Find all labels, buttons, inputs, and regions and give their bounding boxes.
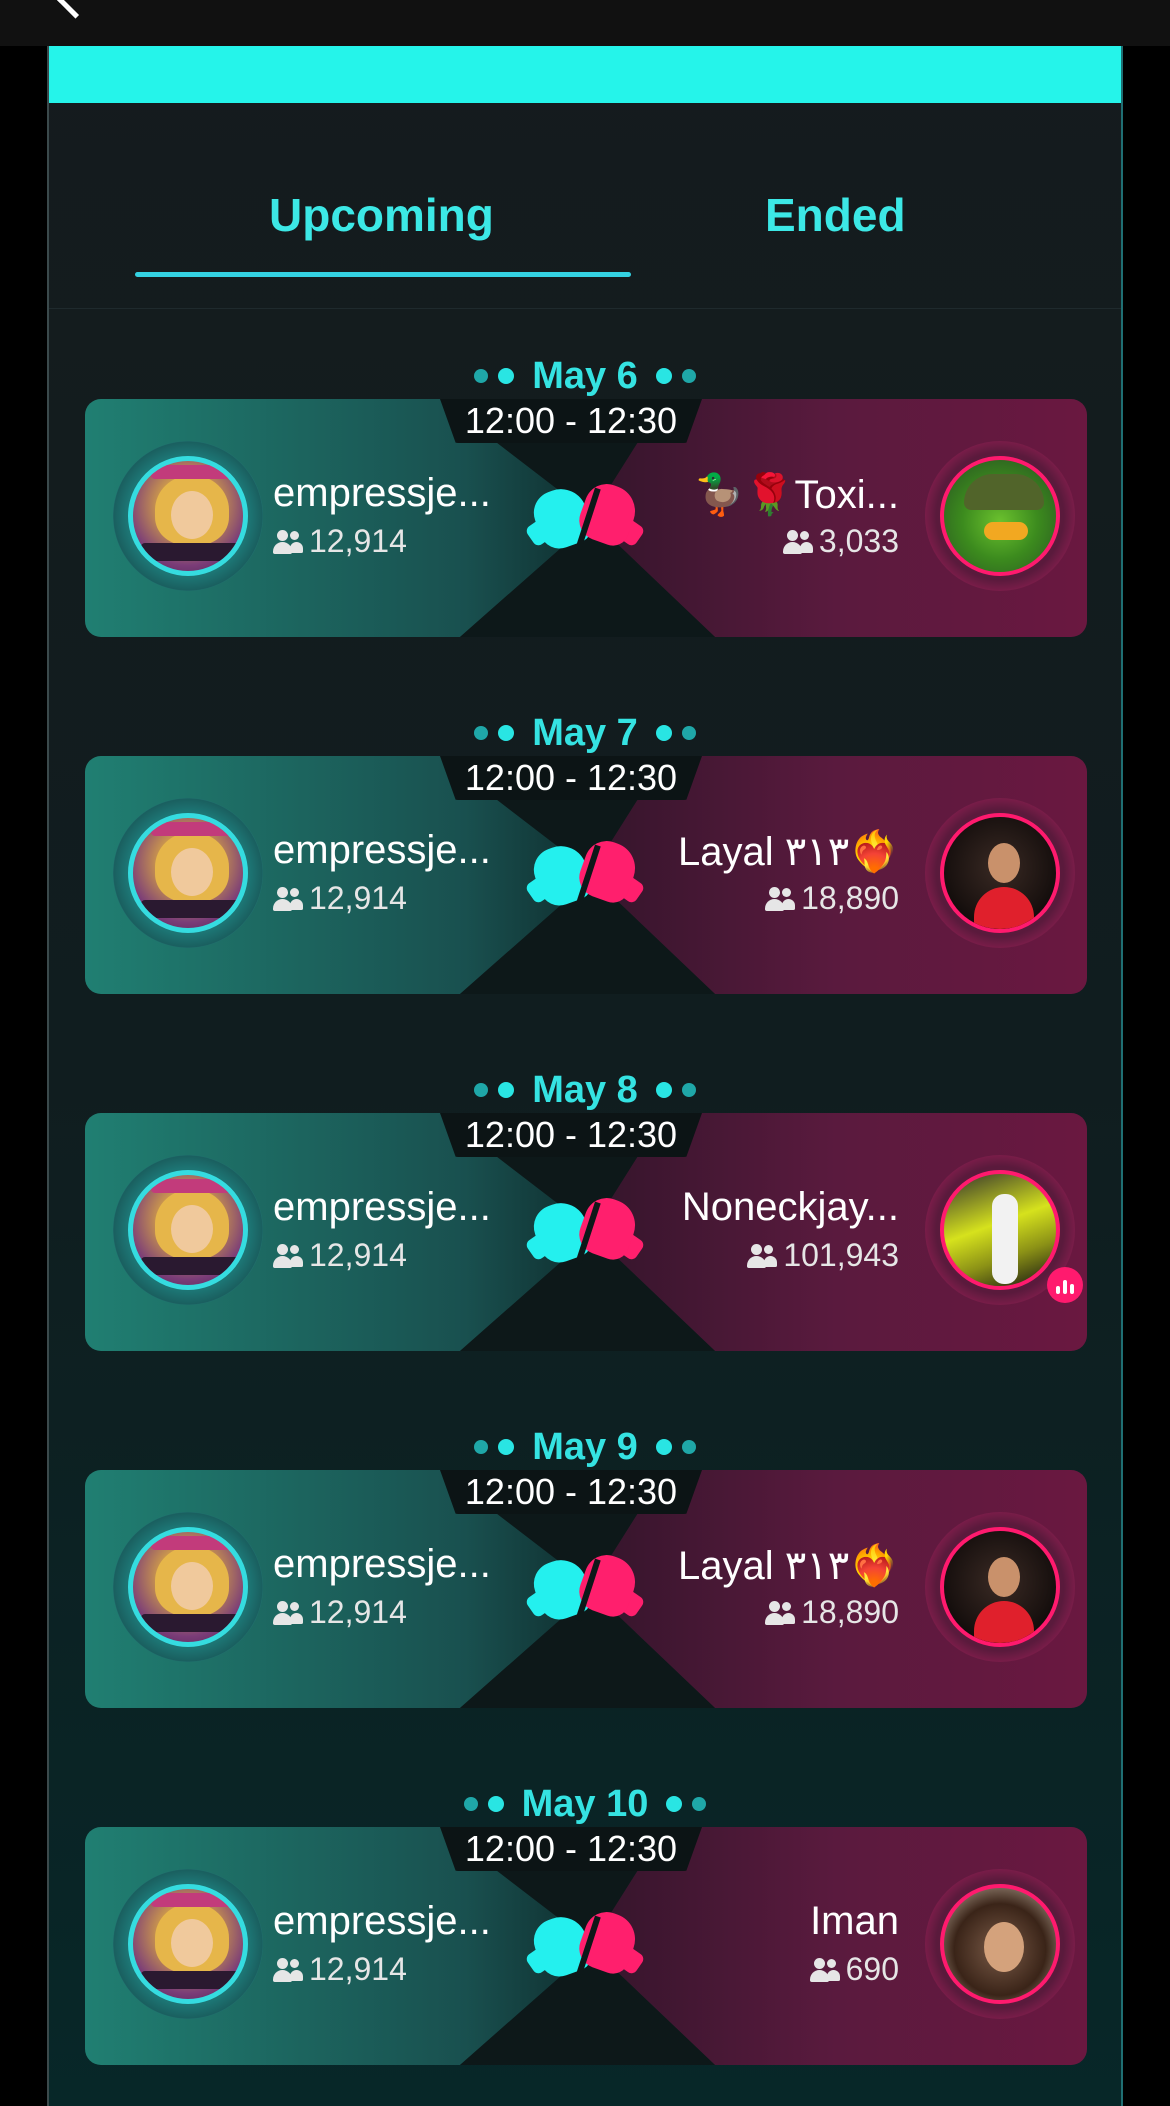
active-tab-indicator [135,272,631,277]
opponent-avatar[interactable] [940,456,1060,576]
boxing-gloves-icon [524,1548,650,1630]
opponent-name: Layal ٣١٣❤️‍🔥 [677,830,899,874]
host-avatar[interactable] [128,1170,248,1290]
people-icon [273,1600,303,1625]
battle-card[interactable]: 12:00 - 12:30 empressje... 12,914 Layal … [85,756,1087,994]
opponent-avatar-ring [925,1512,1075,1662]
date-label: May 9 [532,1425,638,1468]
battles-panel: Upcoming Ended May 6 12:00 - 12:30 empre… [47,46,1123,2106]
opponent-follower-count: 18,890 [765,1594,899,1631]
opponent-avatar-ring [925,1155,1083,1305]
opponent-avatar-ring [925,441,1075,591]
time-label: 12:00 - 12:30 [464,1828,678,1869]
time-label: 12:00 - 12:30 [464,400,678,441]
opponent-name: 🦆🌹Toxi... [694,473,899,517]
battle-card[interactable]: 12:00 - 12:30 empressje... 12,914 Layal … [85,1470,1087,1708]
host-name: empressje... [273,471,491,515]
host-follower-count: 12,914 [273,1594,407,1631]
date-label: May 10 [521,1782,649,1825]
date-label: May 7 [532,711,638,754]
host-name: empressje... [273,1899,491,1943]
opponent-name: Layal ٣١٣❤️‍🔥 [677,1544,899,1588]
people-icon [273,529,303,554]
tabs-divider [49,308,1121,309]
time-label: 12:00 - 12:30 [464,1471,678,1512]
time-slot: 12:00 - 12:30 [440,1827,702,1871]
battle-card[interactable]: 12:00 - 12:30 empressje... 12,914 🦆🌹Toxi… [85,399,1087,637]
host-name: empressje... [273,1542,491,1586]
date-header: May 9 [49,1422,1121,1472]
tab-ended[interactable]: Ended [765,188,906,242]
follower-count-value: 18,890 [801,880,899,916]
people-icon [782,529,813,554]
boxing-gloves-icon [524,834,650,916]
opponent-follower-count: 690 [809,1951,899,1988]
opponent-avatar[interactable] [940,1170,1060,1290]
tab-upcoming[interactable]: Upcoming [269,188,494,242]
opponent-avatar[interactable] [940,1527,1060,1647]
follower-count-value: 12,914 [309,523,407,559]
opponent-avatar-ring [925,1869,1075,2019]
host-follower-count: 12,914 [273,880,407,917]
opponent-follower-count: 101,943 [747,1237,899,1274]
host-avatar-ring [113,1512,263,1662]
follower-count-value: 3,033 [818,523,899,559]
date-header: May 6 [49,351,1121,401]
host-follower-count: 12,914 [273,1237,407,1274]
follower-count-value: 18,890 [801,1594,899,1630]
host-avatar[interactable] [128,813,248,933]
people-icon [809,1957,840,1982]
follower-count-value: 12,914 [309,1237,407,1273]
follower-count-value: 12,914 [309,1951,407,1987]
host-avatar-ring [113,1869,263,2019]
host-avatar-ring [113,441,263,591]
time-slot: 12:00 - 12:30 [440,399,702,443]
opponent-follower-count: 18,890 [765,880,899,917]
host-avatar[interactable] [128,456,248,576]
follower-count-value: 690 [845,1951,899,1987]
opponent-name: Noneckjay... [681,1185,899,1229]
host-avatar-ring [113,1155,263,1305]
time-slot: 12:00 - 12:30 [440,1470,702,1514]
people-icon [273,886,303,911]
battle-card[interactable]: 12:00 - 12:30 empressje... 12,914 Iman 6… [85,1827,1087,2065]
top-bar [0,0,1170,46]
people-icon [765,886,796,911]
host-avatar-ring [113,798,263,948]
time-label: 12:00 - 12:30 [464,1114,678,1155]
live-indicator-icon [1047,1267,1083,1303]
people-icon [765,1600,796,1625]
follower-count-value: 12,914 [309,880,407,916]
date-label: May 6 [532,354,638,397]
follower-count-value: 12,914 [309,1594,407,1630]
host-avatar[interactable] [128,1527,248,1647]
host-follower-count: 12,914 [273,1951,407,1988]
host-name: empressje... [273,828,491,872]
host-follower-count: 12,914 [273,523,407,560]
battle-card[interactable]: 12:00 - 12:30 empressje... 12,914 Noneck… [85,1113,1087,1351]
boxing-gloves-icon [524,477,650,559]
follower-count-value: 101,943 [783,1237,899,1273]
time-slot: 12:00 - 12:30 [440,1113,702,1157]
host-avatar[interactable] [128,1884,248,2004]
date-header: May 8 [49,1065,1121,1115]
date-label: May 8 [532,1068,638,1111]
people-icon [747,1243,778,1268]
opponent-follower-count: 3,033 [782,523,899,560]
host-name: empressje... [273,1185,491,1229]
time-slot: 12:00 - 12:30 [440,756,702,800]
opponent-avatar[interactable] [940,1884,1060,2004]
opponent-name: Iman [810,1899,899,1943]
panel-header-banner [49,46,1121,103]
people-icon [273,1957,303,1982]
boxing-gloves-icon [524,1905,650,1987]
people-icon [273,1243,303,1268]
opponent-avatar[interactable] [940,813,1060,933]
time-label: 12:00 - 12:30 [464,757,678,798]
opponent-avatar-ring [925,798,1075,948]
back-arrow-icon[interactable] [56,0,95,19]
boxing-gloves-icon [524,1191,650,1273]
date-header: May 10 [49,1779,1121,1829]
date-header: May 7 [49,708,1121,758]
